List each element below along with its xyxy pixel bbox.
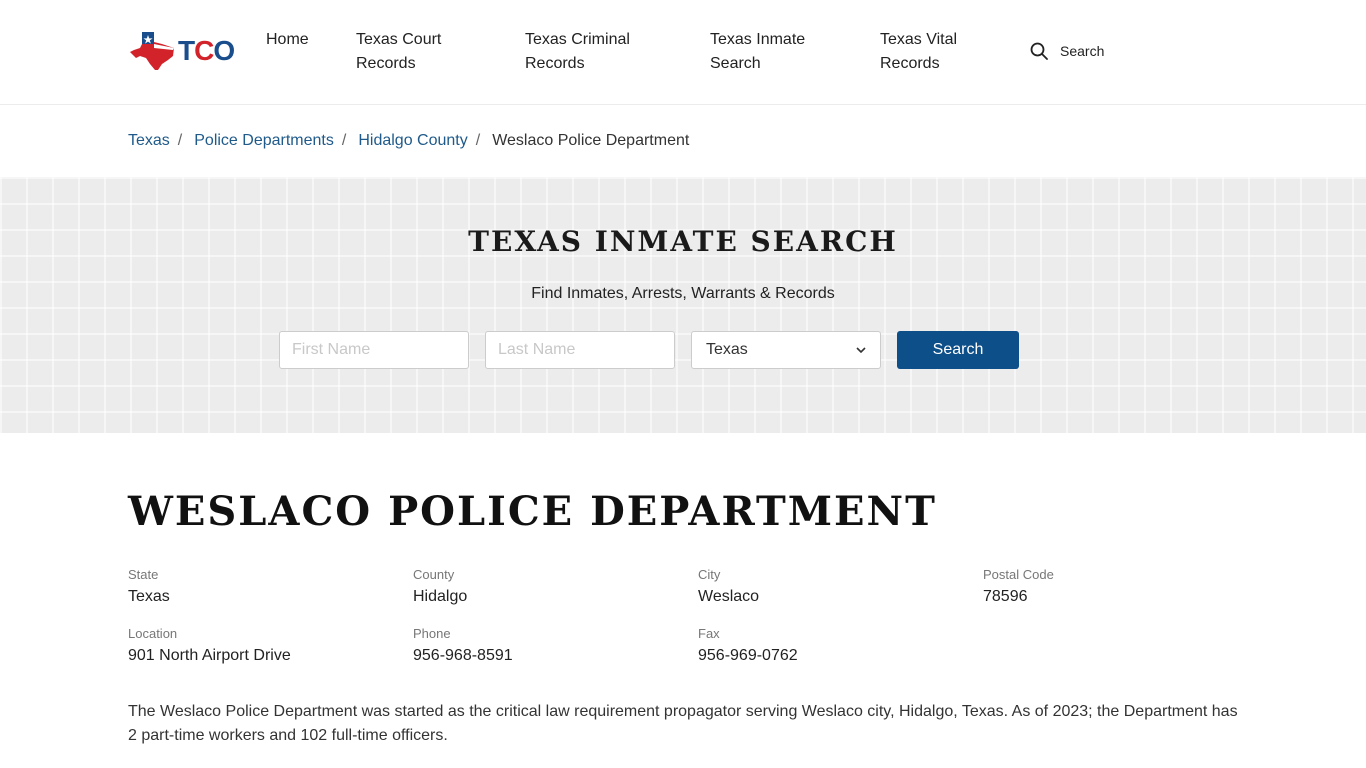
nav-texas-inmate-search[interactable]: Texas Inmate Search xyxy=(710,28,820,76)
state-select[interactable]: Texas xyxy=(691,331,881,369)
info-label: Postal Code xyxy=(983,567,1054,582)
info-label: Location xyxy=(128,626,178,641)
logo-text: TCO xyxy=(178,35,235,66)
inmate-search-title: TEXAS INMATE SEARCH xyxy=(468,225,898,258)
chevron-down-icon xyxy=(856,347,866,354)
breadcrumb-hidalgo-county[interactable]: Hidalgo County xyxy=(358,132,467,150)
info-value: Weslaco xyxy=(698,588,760,605)
breadcrumb: Texas / Police Departments / Hidalgo Cou… xyxy=(0,105,1366,177)
nav-texas-criminal-records[interactable]: Texas Criminal Records xyxy=(525,28,645,76)
info-value: 78596 xyxy=(983,588,1028,605)
info-state: State Texas xyxy=(128,567,170,608)
breadcrumb-texas[interactable]: Texas xyxy=(128,132,170,150)
search-icon xyxy=(1030,42,1048,60)
info-value: 956-968-8591 xyxy=(413,647,513,664)
info-label: State xyxy=(128,567,159,582)
info-label: County xyxy=(413,567,455,582)
header-search-button[interactable]: Search xyxy=(1030,42,1104,60)
last-name-input[interactable] xyxy=(485,331,675,369)
site-header: TCO Home Texas Court Records Texas Crimi… xyxy=(0,0,1366,105)
nav-texas-court-records[interactable]: Texas Court Records xyxy=(356,28,466,76)
info-phone: Phone 956-968-8591 xyxy=(413,626,513,667)
inmate-search-section: TEXAS INMATE SEARCH Find Inmates, Arrest… xyxy=(0,177,1366,433)
header-search-label: Search xyxy=(1060,43,1105,59)
department-description: The Weslaco Police Department was starte… xyxy=(128,703,1238,744)
info-county: County Hidalgo xyxy=(413,567,467,608)
info-location: Location 901 North Airport Drive xyxy=(128,626,291,667)
info-value: Texas xyxy=(128,588,170,605)
breadcrumb-separator: / xyxy=(475,132,481,149)
inmate-search-button[interactable]: Search xyxy=(897,331,1019,369)
info-label: City xyxy=(698,567,721,582)
site-logo[interactable]: TCO xyxy=(128,30,235,72)
page-title: WESLACO POLICE DEPARTMENT xyxy=(128,488,937,535)
info-label: Fax xyxy=(698,626,720,641)
breadcrumb-separator: / xyxy=(341,132,347,149)
info-city: City Weslaco xyxy=(698,567,759,608)
nav-texas-vital-records[interactable]: Texas Vital Records xyxy=(880,28,980,76)
inmate-search-subtitle: Find Inmates, Arrests, Warrants & Record… xyxy=(531,285,835,302)
info-postal-code: Postal Code 78596 xyxy=(983,567,1054,608)
inmate-search-form: Texas Search xyxy=(279,331,1019,369)
info-value: Hidalgo xyxy=(413,588,468,605)
info-label: Phone xyxy=(413,626,451,641)
state-select-value: Texas xyxy=(706,341,748,358)
breadcrumb-current: Weslaco Police Department xyxy=(492,132,690,149)
info-value: 901 North Airport Drive xyxy=(128,647,291,664)
nav-home[interactable]: Home xyxy=(266,28,326,52)
breadcrumb-separator: / xyxy=(177,132,183,149)
info-fax: Fax 956-969-0762 xyxy=(698,626,798,667)
first-name-input[interactable] xyxy=(279,331,469,369)
breadcrumb-police-departments[interactable]: Police Departments xyxy=(194,132,334,150)
info-value: 956-969-0762 xyxy=(698,647,798,664)
texas-flag-icon xyxy=(130,32,174,70)
